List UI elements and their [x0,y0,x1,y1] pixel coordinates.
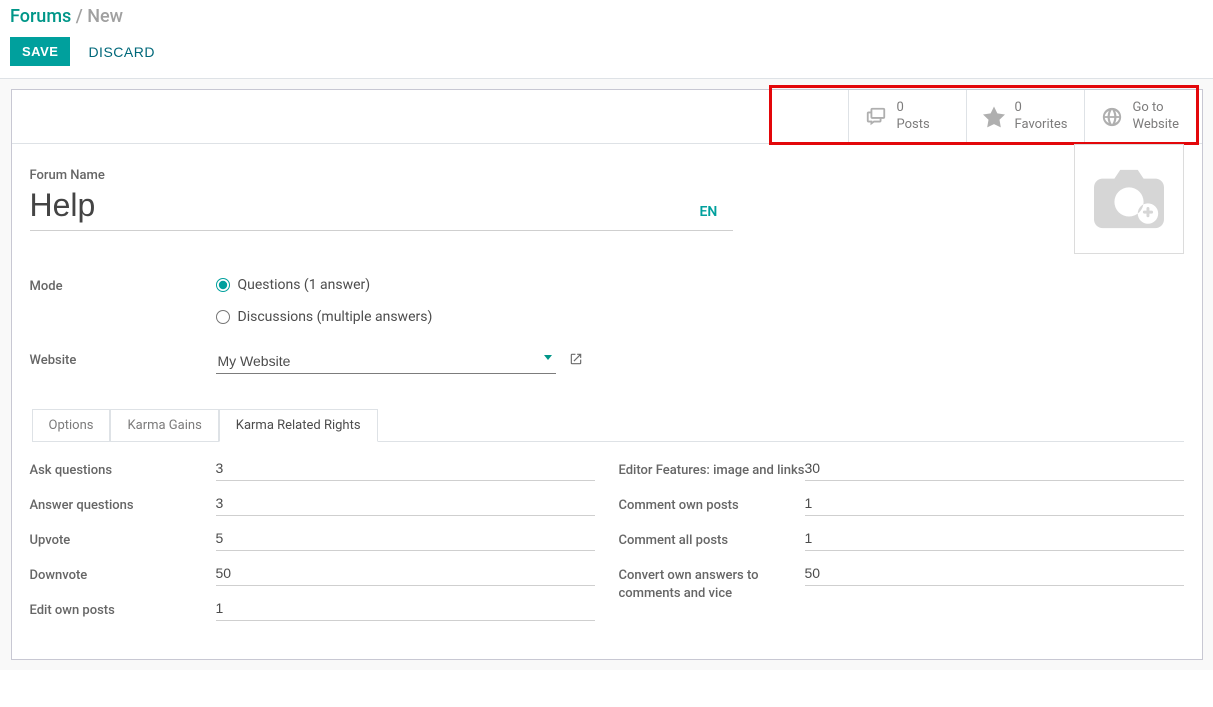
tab-options[interactable]: Options [32,409,111,442]
forum-name-input[interactable] [30,185,734,231]
favorites-label: Favorites [1015,117,1068,133]
upvote-input[interactable] [216,530,595,551]
edit-own-posts-input[interactable] [216,600,595,621]
comment-all-label: Comment all posts [619,530,805,550]
website-label: Website [30,351,216,368]
editor-features-label: Editor Features: image and links [619,460,805,480]
convert-own-input[interactable] [805,565,1184,586]
mode-label: Mode [30,277,216,294]
answer-questions-input[interactable] [216,495,595,516]
mode-discussions-radio[interactable] [216,310,230,324]
posts-count: 0 [897,100,930,116]
stat-button-box: 0 Posts 0 Favorites Go to Website [12,90,1202,144]
mode-questions-text: Questions (1 answer) [238,277,371,293]
tab-karma-rights[interactable]: Karma Related Rights [219,409,378,442]
convert-own-label: Convert own answers to comments and vice [619,565,805,602]
karma-rights-panel: Ask questions Answer questions Upvote Do… [30,442,1184,659]
comment-own-label: Comment own posts [619,495,805,515]
breadcrumb-current: New [87,6,123,27]
external-link-icon [569,352,583,366]
downvote-input[interactable] [216,565,595,586]
upvote-label: Upvote [30,530,216,550]
mode-questions-radio[interactable] [216,278,230,292]
mode-discussions-option[interactable]: Discussions (multiple answers) [216,309,433,325]
language-badge[interactable]: EN [699,204,717,220]
form-sheet: 0 Posts 0 Favorites Go to Website [11,89,1203,660]
favorites-count: 0 [1015,100,1068,116]
goto-website-line2: Website [1133,117,1180,133]
camera-plus-icon [1094,169,1164,229]
tab-karma-gains[interactable]: Karma Gains [110,409,218,442]
favorites-stat-button[interactable]: 0 Favorites [966,90,1084,143]
website-input[interactable] [216,351,556,374]
breadcrumb: Forums / New [10,6,1203,27]
go-to-website-button[interactable]: Go to Website [1084,90,1202,143]
ask-questions-input[interactable] [216,460,595,481]
comments-icon [865,106,887,128]
posts-label: Posts [897,117,930,133]
forum-image-placeholder[interactable] [1074,144,1184,254]
comment-all-input[interactable] [805,530,1184,551]
answer-questions-label: Answer questions [30,495,216,515]
save-button[interactable]: SAVE [10,37,70,66]
discard-button[interactable]: DISCARD [88,44,155,60]
downvote-label: Downvote [30,565,216,585]
tab-bar: Options Karma Gains Karma Related Rights [32,408,1184,442]
breadcrumb-root[interactable]: Forums [10,6,71,27]
control-panel: Forums / New SAVE DISCARD [0,0,1213,79]
mode-discussions-text: Discussions (multiple answers) [238,309,433,325]
comment-own-input[interactable] [805,495,1184,516]
goto-website-line1: Go to [1133,100,1180,116]
dropdown-caret-icon[interactable] [544,355,552,360]
ask-questions-label: Ask questions [30,460,216,480]
mode-questions-option[interactable]: Questions (1 answer) [216,277,433,293]
rights-right-column: Editor Features: image and links Comment… [619,460,1184,635]
forum-name-label: Forum Name [30,168,734,183]
posts-stat-button[interactable]: 0 Posts [848,90,966,143]
rights-left-column: Ask questions Answer questions Upvote Do… [30,460,595,635]
external-link-button[interactable] [569,352,583,366]
star-icon [983,106,1005,128]
globe-icon [1101,106,1123,128]
edit-own-posts-label: Edit own posts [30,600,216,620]
editor-features-input[interactable] [805,460,1184,481]
